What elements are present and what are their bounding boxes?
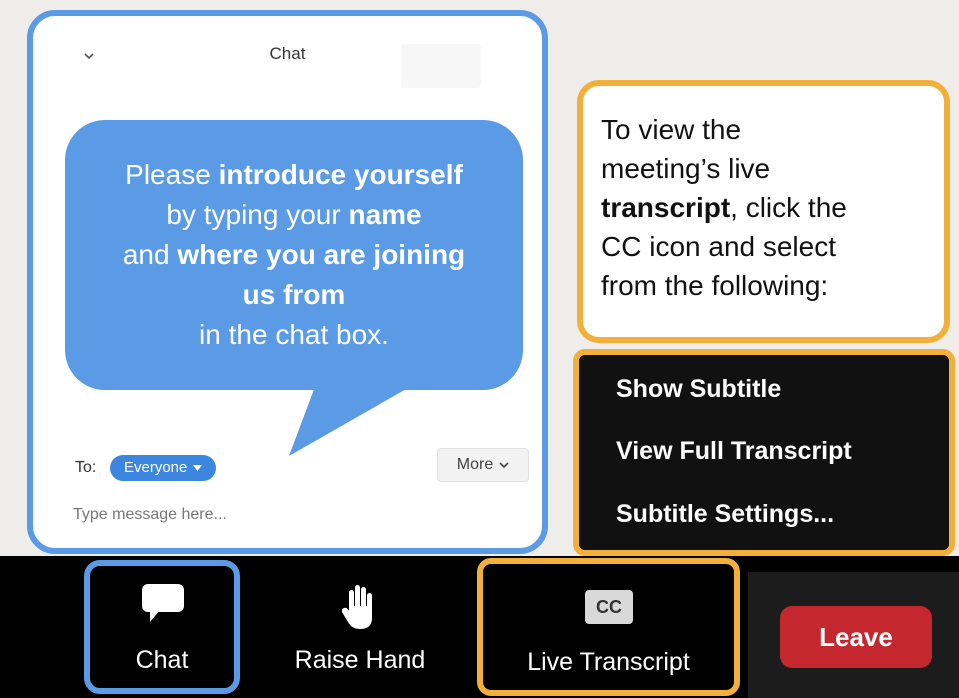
- cc-badge-text: CC: [596, 597, 622, 617]
- meeting-toolbar: Chat Raise Hand CC Live Transcript Leave: [0, 556, 959, 698]
- live-transcript-button[interactable]: CC Live Transcript: [477, 558, 740, 696]
- instruction-text-run: CC icon and select: [601, 231, 837, 262]
- bubble-line: us from: [243, 275, 346, 315]
- bubble-text-run: where you are joining: [177, 239, 466, 270]
- chat-header-placeholder: [401, 44, 481, 88]
- bubble-line: Please introduce yourself: [125, 155, 463, 195]
- caret-down-icon: [193, 465, 203, 471]
- instruction-text-run: from the following:: [601, 270, 829, 301]
- cc-menu: Show Subtitle View Full Transcript Subti…: [573, 349, 955, 556]
- instruction-text-run: , click the: [730, 192, 847, 223]
- chat-button[interactable]: Chat: [84, 560, 240, 694]
- chat-message-input[interactable]: [73, 500, 513, 530]
- speech-bubble: Please introduce yourself by typing your …: [65, 120, 523, 390]
- cc-icon: CC: [585, 590, 633, 624]
- bubble-text-run: name: [348, 199, 422, 230]
- instruction-callout: To view the meeting’s live transcript, cli…: [577, 80, 950, 343]
- raise-hand-label: Raise Hand: [294, 646, 426, 674]
- recipient-label: Everyone: [124, 459, 188, 476]
- recipient-dropdown[interactable]: Everyone: [110, 455, 217, 481]
- raise-hand-button[interactable]: Raise Hand: [270, 566, 450, 686]
- instruction-text-run: To view the: [601, 114, 742, 145]
- instruction-text-run: meeting’s live: [601, 153, 771, 184]
- chat-button-label: Chat: [135, 646, 189, 674]
- bubble-text-run: by typing your: [166, 199, 349, 230]
- menu-item-show-subtitle[interactable]: Show Subtitle: [616, 375, 781, 404]
- bubble-line: and where you are joining: [123, 235, 465, 275]
- instruction-text-run: transcript: [601, 192, 731, 223]
- chat-panel: Chat Please introduce yourself by typing …: [27, 10, 548, 554]
- chevron-down-icon: [499, 462, 509, 469]
- leave-button[interactable]: Leave: [780, 606, 932, 668]
- bubble-text-run: in the chat box.: [199, 319, 389, 350]
- bubble-text-run: and: [122, 239, 178, 270]
- live-transcript-label: Live Transcript: [527, 648, 690, 676]
- menu-item-subtitle-settings[interactable]: Subtitle Settings...: [616, 500, 834, 529]
- bubble-line: in the chat box.: [199, 315, 389, 355]
- bubble-text-run: us from: [242, 279, 346, 310]
- more-button[interactable]: More: [437, 448, 529, 482]
- menu-item-view-full-transcript[interactable]: View Full Transcript: [616, 437, 852, 466]
- chat-bubble-icon: [142, 584, 184, 622]
- bubble-line: by typing your name: [166, 195, 421, 235]
- more-label: More: [456, 456, 494, 473]
- to-label: To:: [75, 459, 97, 476]
- raise-hand-icon: [342, 585, 372, 629]
- bubble-text-run: introduce yourself: [218, 159, 463, 190]
- bubble-text-run: Please: [125, 159, 219, 190]
